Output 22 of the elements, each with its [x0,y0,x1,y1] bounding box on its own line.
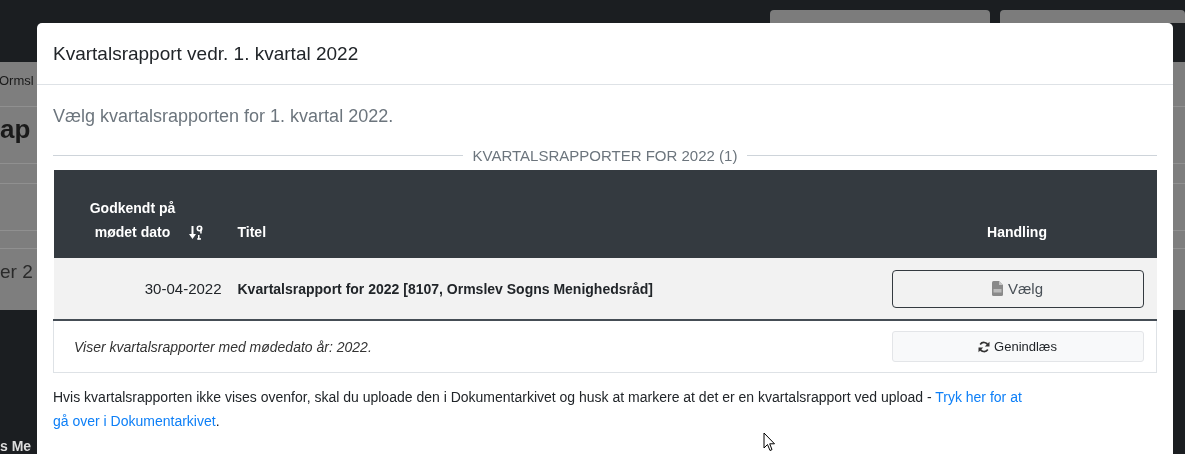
sort-descending-icon[interactable] [189,225,203,240]
reload-button[interactable]: Genindlæs [891,331,1144,362]
column-header[interactable]: Titel [237,220,267,244]
refresh-icon [978,340,991,353]
toolbar-button[interactable] [770,10,990,23]
background-text: er 2 [0,261,33,283]
archive-link[interactable]: gå over i Dokumentarkivet [53,413,216,429]
section-heading: KVARTALSRAPPORTER FOR 2022 (1) [472,147,738,164]
footer-note: Viser kvartalsrapporter med mødedato år: 2022. [53,320,878,373]
select-button[interactable]: Vælg [891,269,1144,308]
pdf-file-icon [992,281,1003,296]
toolbar-button[interactable] [1000,10,1185,23]
column-header[interactable]: Handling [987,220,1047,244]
date-cell: 30-04-2022 [53,258,230,320]
modal-title: Kvartalsrapport vedr. 1. kvartal 2022 [53,42,359,65]
title-cell: Kvartalsrapport for 2022 [8107, Ormslev Sogns Menighedsråd] [229,258,878,320]
background-text: ap [0,114,31,145]
background-text: s Me [0,438,32,454]
help-paragraph: Hvis kvartalsrapporten ikke vises ovenfor, skal du uploade den i Dokumentarkivet og husk at markere at det er en kvartalsrapport ved upload - Tryk her for at gå over i Dokumentarkivet. [53,388,1023,431]
background-text: Ormsl [0,73,34,88]
archive-link[interactable]: Tryk her for at [935,389,1022,405]
intro-text: Vælg kvartalsrapporten for 1. kvartal 2022. [53,106,395,127]
